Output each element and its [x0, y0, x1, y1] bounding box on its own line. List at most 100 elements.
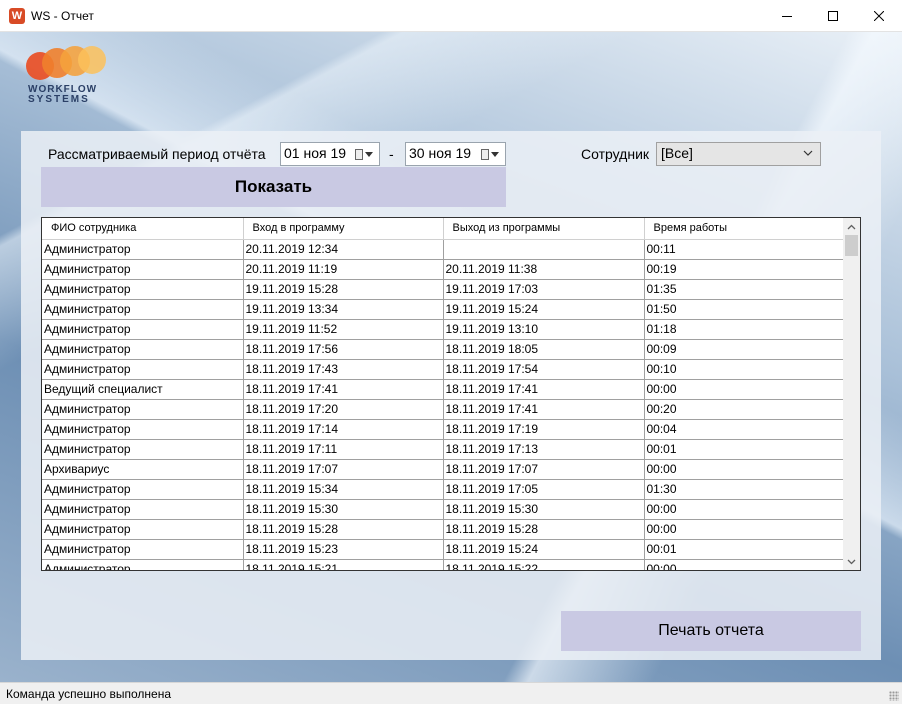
cell-login: 18.11.2019 17:43 [243, 359, 444, 380]
cell-logout: 18.11.2019 18:05 [443, 339, 645, 360]
table-row[interactable]: Администратор 18.11.2019 17:43 18.11.2019 … [42, 359, 844, 380]
table-row[interactable]: Администратор 18.11.2019 17:20 18.11.2019 … [42, 399, 844, 420]
scroll-up-button[interactable] [843, 218, 860, 235]
cell-login: 18.11.2019 17:41 [243, 379, 444, 400]
cell-duration: 00:10 [644, 359, 844, 380]
calendar-icon[interactable] [355, 147, 373, 161]
app-icon: W [9, 8, 25, 24]
cell-login: 19.11.2019 13:34 [243, 299, 444, 320]
cell-duration: 00:01 [644, 539, 844, 560]
cell-login: 20.11.2019 12:34 [243, 239, 444, 260]
cell-login: 18.11.2019 15:30 [243, 499, 444, 520]
column-header-login[interactable]: Вход в программу [243, 218, 444, 240]
date-from-picker[interactable]: 01 ноя 19 [280, 142, 380, 166]
date-from-value: 01 ноя 19 [284, 145, 347, 161]
cell-logout: 18.11.2019 15:24 [443, 539, 645, 560]
table-row[interactable]: Администратор 18.11.2019 17:56 18.11.2019 … [42, 339, 844, 360]
scroll-down-icon [847, 559, 856, 564]
maximize-icon [828, 11, 838, 21]
cell-logout: 20.11.2019 11:38 [443, 259, 645, 280]
cell-logout: 18.11.2019 17:41 [443, 379, 645, 400]
table-row[interactable]: Администратор 18.11.2019 15:23 18.11.2019 … [42, 539, 844, 560]
table-vertical-scrollbar[interactable] [843, 218, 860, 570]
cell-employee: Администратор [42, 259, 244, 280]
table-row[interactable]: Администратор 18.11.2019 15:28 18.11.2019 … [42, 519, 844, 540]
logo-text-systems: SYSTEMS [28, 94, 90, 105]
cell-login: 18.11.2019 17:14 [243, 419, 444, 440]
cell-duration: 00:01 [644, 439, 844, 460]
cell-login: 18.11.2019 15:34 [243, 479, 444, 500]
cell-logout: 18.11.2019 17:13 [443, 439, 645, 460]
cell-logout: 18.11.2019 17:05 [443, 479, 645, 500]
cell-employee: Ведущий специалист [42, 379, 244, 400]
cell-employee: Администратор [42, 339, 244, 360]
column-header-duration[interactable]: Время работы [644, 218, 844, 240]
cell-employee: Администратор [42, 539, 244, 560]
column-header-logout[interactable]: Выход из программы [443, 218, 645, 240]
table-row[interactable]: Администратор 19.11.2019 15:28 19.11.2019 … [42, 279, 844, 300]
table-row[interactable]: Администратор 19.11.2019 11:52 19.11.2019 … [42, 319, 844, 340]
calendar-icon[interactable] [481, 147, 499, 161]
cell-duration: 01:30 [644, 479, 844, 500]
cell-logout [443, 239, 645, 260]
cell-employee: Администратор [42, 399, 244, 420]
table-row[interactable]: Архивариус 18.11.2019 17:07 18.11.2019 17:… [42, 459, 844, 480]
table-row[interactable]: Администратор 18.11.2019 15:30 18.11.2019 … [42, 499, 844, 520]
minimize-button[interactable] [764, 0, 810, 32]
period-label: Рассматриваемый период отчёта [48, 146, 266, 162]
cell-duration: 00:00 [644, 379, 844, 400]
date-separator: - [389, 146, 394, 162]
close-button[interactable] [856, 0, 902, 32]
employee-label: Сотрудник [581, 146, 650, 162]
table-row[interactable]: Администратор 18.11.2019 17:14 18.11.2019 … [42, 419, 844, 440]
date-to-picker[interactable]: 30 ноя 19 [405, 142, 506, 166]
report-table[interactable]: ФИО сотрудника Вход в программу Выход из… [41, 217, 861, 571]
cell-logout: 18.11.2019 17:41 [443, 399, 645, 420]
window-client-area: WORKFLOW SYSTEMS Рассматриваемый период … [0, 32, 902, 682]
table-row[interactable]: Администратор 18.11.2019 15:21 18.11.2019 … [42, 559, 844, 570]
scroll-thumb[interactable] [845, 235, 858, 256]
cell-duration: 00:04 [644, 419, 844, 440]
report-panel: Рассматриваемый период отчёта 01 ноя 19 … [21, 131, 881, 660]
cell-duration: 00:00 [644, 499, 844, 520]
cell-login: 18.11.2019 15:28 [243, 519, 444, 540]
cell-logout: 19.11.2019 17:03 [443, 279, 645, 300]
cell-logout: 18.11.2019 15:28 [443, 519, 645, 540]
table-row[interactable]: Администратор 20.11.2019 12:34 00:11 [42, 239, 844, 260]
close-icon [874, 11, 884, 21]
table-row[interactable]: Администратор 20.11.2019 11:19 20.11.2019 … [42, 259, 844, 280]
cell-login: 20.11.2019 11:19 [243, 259, 444, 280]
cell-employee: Администратор [42, 439, 244, 460]
table-row[interactable]: Администратор 18.11.2019 15:34 18.11.2019 … [42, 479, 844, 500]
employee-select-value: [Все] [661, 145, 693, 161]
cell-logout: 18.11.2019 17:07 [443, 459, 645, 480]
cell-login: 19.11.2019 15:28 [243, 279, 444, 300]
cell-employee: Администратор [42, 299, 244, 320]
print-report-button[interactable]: Печать отчета [561, 611, 861, 651]
column-header-name[interactable]: ФИО сотрудника [42, 218, 244, 240]
cell-duration: 01:50 [644, 299, 844, 320]
workflow-systems-logo: WORKFLOW SYSTEMS [26, 46, 126, 105]
cell-employee: Администратор [42, 359, 244, 380]
cell-duration: 00:00 [644, 519, 844, 540]
table-row[interactable]: Ведущий специалист 18.11.2019 17:41 18.11.… [42, 379, 844, 400]
resize-grip-icon[interactable] [889, 691, 899, 701]
cell-logout: 18.11.2019 15:30 [443, 499, 645, 520]
table-row[interactable]: Администратор 19.11.2019 13:34 19.11.2019 … [42, 299, 844, 320]
window-title: WS - Отчет [31, 9, 94, 23]
maximize-button[interactable] [810, 0, 856, 32]
cell-employee: Администратор [42, 319, 244, 340]
minimize-icon [782, 16, 792, 17]
cell-employee: Администратор [42, 419, 244, 440]
cell-employee: Администратор [42, 519, 244, 540]
scroll-down-button[interactable] [843, 553, 860, 570]
table-row[interactable]: Администратор 18.11.2019 17:11 18.11.2019 … [42, 439, 844, 460]
logo-circle [78, 46, 106, 74]
show-button[interactable]: Показать [41, 167, 506, 207]
title-bar[interactable]: W WS - Отчет [0, 0, 902, 32]
cell-login: 18.11.2019 15:21 [243, 559, 444, 570]
employee-select[interactable]: [Все] [656, 142, 821, 166]
cell-logout: 19.11.2019 13:10 [443, 319, 645, 340]
cell-login: 19.11.2019 11:52 [243, 319, 444, 340]
cell-duration: 00:00 [644, 559, 844, 570]
